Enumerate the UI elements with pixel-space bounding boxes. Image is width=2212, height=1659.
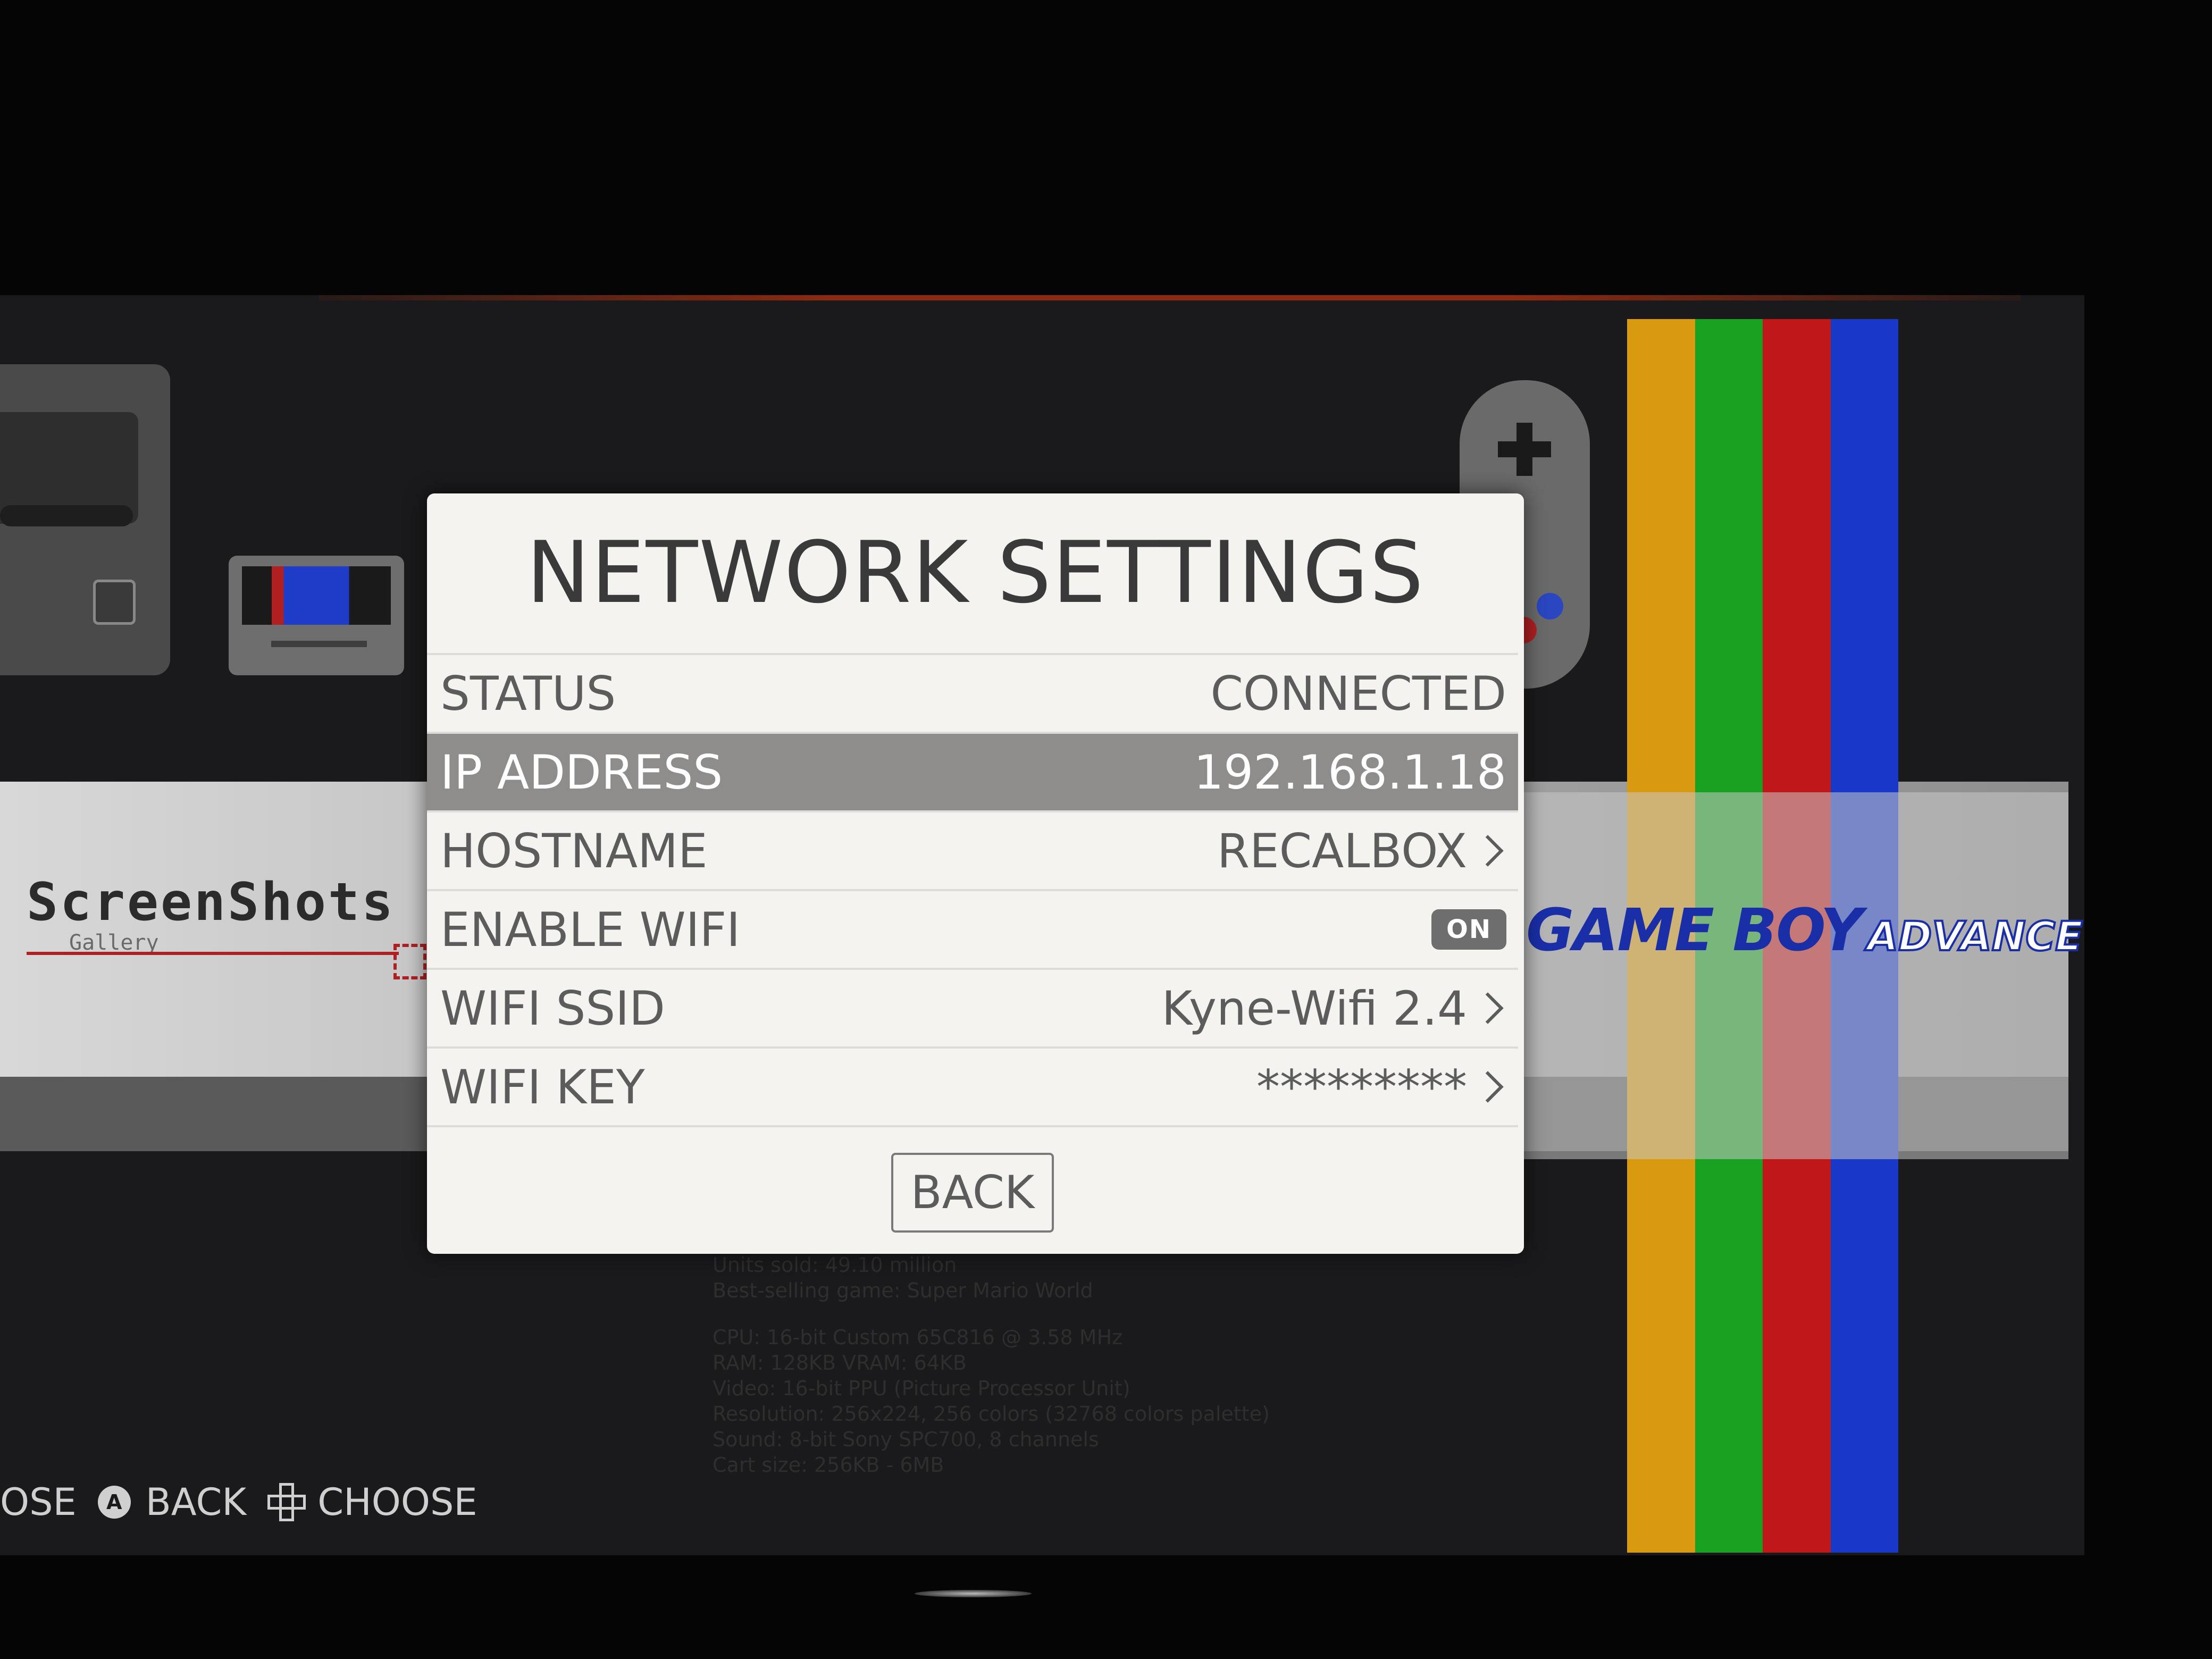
screenshots-gallery-logo[interactable]: ScreenShots Gallery	[27, 872, 426, 979]
row-value: 192.168.1.18	[1194, 744, 1506, 800]
dialog-title: NETWORK SETTINGS	[526, 523, 1425, 622]
row-value: Kyne-Wifi 2.4	[1161, 981, 1467, 1036]
row-label: ENABLE WIFI	[440, 902, 741, 957]
menu-row-status: STATUS CONNECTED	[427, 653, 1518, 732]
info-line: Resolution: 256x224, 256 colors (32768 c…	[713, 1402, 1270, 1426]
chevron-right-icon	[1472, 835, 1504, 867]
console-image	[0, 364, 170, 675]
row-value: CONNECTED	[1210, 666, 1506, 721]
console-slot	[0, 412, 138, 526]
controller-dpad-icon	[1498, 423, 1551, 476]
info-line: Sound: 8-bit Sony SPC700, 8 channels	[713, 1428, 1099, 1451]
tv-led-glow	[915, 1590, 1032, 1597]
info-line: Video: 16-bit PPU (Picture Processor Uni…	[713, 1377, 1130, 1400]
row-label: STATUS	[440, 666, 616, 721]
info-line: Best-selling game: Super Mario World	[713, 1279, 1093, 1302]
stripes-overlay	[1521, 792, 2068, 1159]
gallery-logo-title: ScreenShots	[27, 872, 396, 933]
console-power-button	[93, 580, 136, 625]
row-value: RECALBOX	[1217, 823, 1467, 878]
row-label: WIFI SSID	[440, 981, 665, 1036]
menu-row-wifi-ssid[interactable]: WIFI SSID Kyne-Wifi 2.4	[427, 968, 1518, 1046]
help-back-label: BACK	[145, 1480, 247, 1524]
menu-row-ip-address[interactable]: IP ADDRESS 192.168.1.18	[427, 732, 1518, 810]
menu-row-wifi-key[interactable]: WIFI KEY *********	[427, 1046, 1518, 1125]
menu-divider	[427, 1125, 1518, 1130]
help-close-label: OSE	[0, 1480, 77, 1524]
info-line: Units sold: 49.10 million	[713, 1253, 957, 1277]
info-line: Cart size: 256KB - 6MB	[713, 1453, 944, 1477]
back-button[interactable]: BACK	[891, 1153, 1054, 1233]
system-info-text: Units sold: 49.10 million Best-selling g…	[713, 1252, 1404, 1478]
row-value: *********	[1256, 1059, 1467, 1115]
help-bar: OSE A BACK CHOOSE	[0, 1473, 499, 1531]
screen-top-line	[319, 295, 2021, 300]
a-button-icon: A	[97, 1486, 131, 1519]
wifi-toggle-switch[interactable]: ON	[1431, 909, 1506, 950]
row-label: IP ADDRESS	[440, 744, 723, 800]
chevron-right-icon	[1472, 992, 1504, 1024]
gallery-frame-icon	[393, 944, 426, 979]
info-line: RAM: 128KB VRAM: 64KB	[713, 1351, 967, 1375]
menu-row-enable-wifi[interactable]: ENABLE WIFI ON	[427, 889, 1518, 968]
chevron-right-icon	[1472, 1071, 1504, 1103]
gba-logo-main: GAME BOY	[1526, 896, 1863, 964]
help-choose-label: CHOOSE	[317, 1480, 477, 1524]
gba-logo-sub: ADVANCE	[1866, 911, 2084, 961]
controller-blue-button	[1537, 593, 1563, 619]
network-settings-dialog: NETWORK SETTINGS STATUS CONNECTED IP ADD…	[427, 493, 1524, 1254]
info-line: CPU: 16-bit Custom 65C816 @ 3.58 MHz	[713, 1326, 1123, 1349]
row-label: WIFI KEY	[440, 1059, 645, 1115]
row-label: HOSTNAME	[440, 823, 708, 878]
menu-row-hostname[interactable]: HOSTNAME RECALBOX	[427, 810, 1518, 889]
dpad-icon	[267, 1483, 306, 1521]
gameboy-advance-logo[interactable]: GAME BOY ADVANCE	[1526, 896, 2084, 964]
cartridge-label	[242, 566, 391, 625]
cartridge-image	[229, 556, 404, 675]
